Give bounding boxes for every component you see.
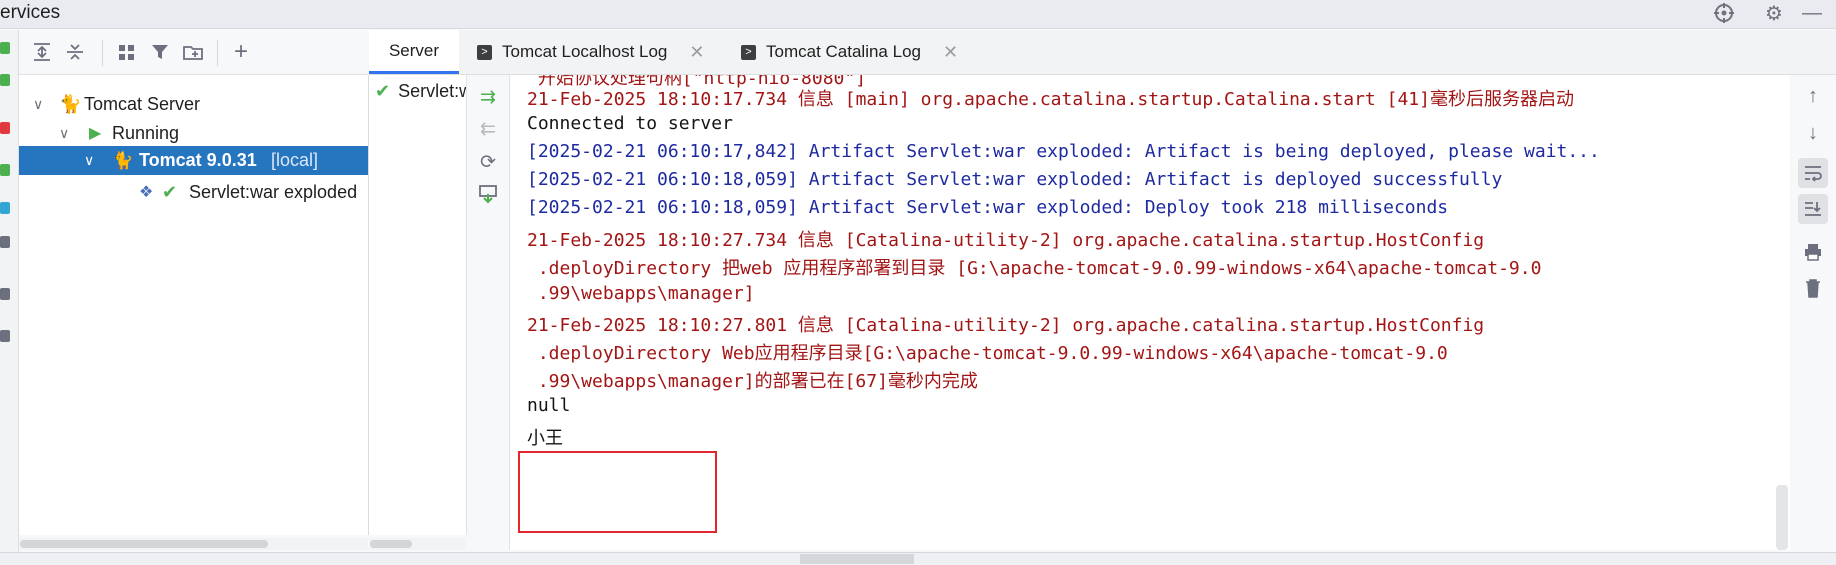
console-line: .99\webapps\manager]的部署已在[67]毫秒内完成 xyxy=(527,371,978,392)
tree-node-tomcat-server[interactable]: ∨ 🐈 Tomcat Server xyxy=(19,89,368,119)
tree-node-label: Tomcat Server xyxy=(84,93,201,114)
console-line: 21-Feb-2025 18:10:17.734 信息 [main] org.a… xyxy=(527,89,1574,110)
console-line: [2025-02-21 06:10:17,842] Artifact Servl… xyxy=(527,141,1600,162)
stop-icon[interactable] xyxy=(0,122,10,134)
tab-label: Tomcat Localhost Log xyxy=(502,42,668,61)
expand-all-icon[interactable] xyxy=(28,38,56,66)
chevron-down-icon[interactable]: ∨ xyxy=(84,152,94,169)
soft-wrap-icon[interactable] xyxy=(1798,158,1828,188)
undeploy-icon[interactable]: ⇇ xyxy=(475,116,501,142)
check-icon: ✔ xyxy=(375,80,391,101)
debug-icon[interactable] xyxy=(0,202,10,214)
update-icon[interactable] xyxy=(0,288,10,300)
run-icon: ▶ xyxy=(89,125,102,142)
log-file-icon: > xyxy=(477,44,492,60)
deployment-item[interactable]: ✔ Servlet:w xyxy=(375,80,467,102)
services-tree: ∨ 🐈 Tomcat Server ∨ ▶ Running ∨ 🐈 Tomcat… xyxy=(19,75,369,535)
tab-server[interactable]: Server xyxy=(369,30,459,74)
console-scrollbar[interactable] xyxy=(1776,485,1788,550)
deployment-item-label: Servlet:w xyxy=(398,80,467,101)
print-icon[interactable] xyxy=(1798,237,1828,267)
services-toolbar: + xyxy=(19,30,368,75)
new-group-icon[interactable] xyxy=(179,38,207,66)
tab-tomcat-catalina-log[interactable]: > Tomcat Catalina Log ✕ xyxy=(741,30,958,74)
highlight-box xyxy=(518,451,717,533)
console-output-null: null xyxy=(527,395,571,416)
scroll-up-icon[interactable]: ↑ xyxy=(1798,81,1828,111)
console-right-toolbar: ↑ ↓ xyxy=(1791,75,1836,550)
log-file-icon: > xyxy=(741,44,756,60)
deploy-artifact-icon[interactable] xyxy=(475,181,501,207)
console-line: 21-Feb-2025 18:10:27.801 信息 [Catalina-ut… xyxy=(527,315,1485,336)
deployment-pane: ✔ Servlet:w xyxy=(369,75,467,535)
tree-node-label: Servlet:war exploded xyxy=(189,181,358,202)
left-action-strip xyxy=(0,30,19,564)
minimize-icon[interactable]: — xyxy=(1800,1,1824,25)
toolbar-divider xyxy=(217,40,218,66)
tomcat-icon: 🐈 xyxy=(59,93,82,114)
window-title: ervices xyxy=(0,2,61,23)
status-bar-widget[interactable] xyxy=(800,554,914,564)
artifact-icon: ❖ xyxy=(139,184,154,201)
console-side-toolbar: ⇉ ⇇ ⟳ xyxy=(467,75,510,550)
scroll-down-icon[interactable]: ↓ xyxy=(1798,118,1828,148)
check-icon: ✔ xyxy=(162,181,178,202)
deployment-scroll-thumb[interactable] xyxy=(370,540,412,548)
toolbar-divider xyxy=(102,40,103,66)
crosshair-icon[interactable] xyxy=(1712,1,1736,25)
console-line: .deployDirectory Web应用程序目录[G:\apache-tom… xyxy=(527,343,1448,364)
tree-node-artifact[interactable]: ❖ ✔ Servlet:war exploded xyxy=(19,177,368,207)
console-line: [2025-02-21 06:10:18,059] Artifact Servl… xyxy=(527,169,1503,190)
rerun-icon[interactable] xyxy=(0,42,10,54)
console-line: 21-Feb-2025 18:10:27.734 信息 [Catalina-ut… xyxy=(527,230,1485,251)
layout-icon[interactable] xyxy=(0,330,10,342)
tab-label: Tomcat Catalina Log xyxy=(766,42,921,61)
tree-node-running[interactable]: ∨ ▶ Running xyxy=(19,118,368,148)
refresh-icon[interactable] xyxy=(0,236,10,248)
tab-tomcat-localhost-log[interactable]: > Tomcat Localhost Log ✕ xyxy=(477,30,704,74)
console-line: [2025-02-21 06:10:18,059] Artifact Servl… xyxy=(527,197,1449,218)
title-bar xyxy=(0,0,1836,29)
console-line: Connected to server xyxy=(527,113,733,134)
chevron-down-icon[interactable]: ∨ xyxy=(59,125,69,142)
group-by-icon[interactable] xyxy=(113,38,141,66)
tree-node-label: Running xyxy=(112,122,180,143)
console-line: .99\webapps\manager] xyxy=(527,283,755,304)
deploy-icon[interactable] xyxy=(0,164,10,176)
close-icon[interactable]: ✕ xyxy=(943,42,958,63)
add-service-icon[interactable]: + xyxy=(227,38,255,66)
filter-icon[interactable] xyxy=(146,38,174,66)
chevron-down-icon[interactable]: ∨ xyxy=(33,96,43,113)
tomcat-icon: 🐈 xyxy=(112,150,134,170)
tree-node-label: Tomcat 9.0.31 xyxy=(139,150,257,170)
refresh-icon[interactable]: ⟳ xyxy=(475,149,501,175)
clear-all-icon[interactable] xyxy=(1798,273,1828,303)
tree-node-tomcat-instance[interactable]: ∨ 🐈 Tomcat 9.0.31 [local] xyxy=(19,146,368,175)
tree-node-suffix: [local] xyxy=(271,150,319,170)
deploy-all-icon[interactable]: ⇉ xyxy=(475,84,501,110)
close-icon[interactable]: ✕ xyxy=(689,42,704,63)
tab-label: Server xyxy=(388,40,440,60)
console-tabs-bar: Server > Tomcat Localhost Log ✕ > Tomcat… xyxy=(369,30,1836,75)
scroll-to-end-icon[interactable] xyxy=(1798,194,1828,224)
gear-icon[interactable]: ⚙ xyxy=(1762,1,1786,25)
run-icon[interactable] xyxy=(0,74,10,86)
collapse-all-icon[interactable] xyxy=(61,38,89,66)
status-bar xyxy=(0,552,1836,565)
tree-scroll-thumb[interactable] xyxy=(20,540,268,548)
console-line: .deployDirectory 把web 应用程序部署到目录 [G:\apac… xyxy=(527,258,1542,279)
console-output-name: 小王 xyxy=(527,428,563,449)
